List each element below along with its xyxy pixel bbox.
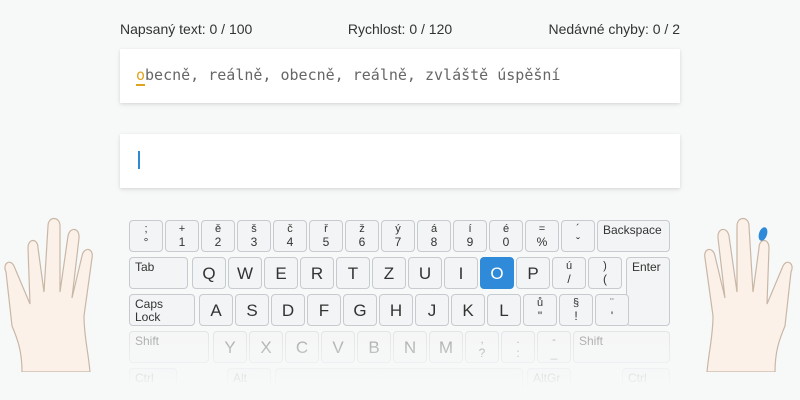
key-p[interactable]: P bbox=[516, 257, 550, 289]
space-key[interactable] bbox=[275, 368, 523, 400]
key-f[interactable]: F bbox=[307, 294, 341, 326]
stats-bar: Napsaný text: 0 / 100 Rychlost: 0 / 120 … bbox=[120, 21, 680, 39]
key-x[interactable]: X bbox=[249, 331, 283, 363]
enter-key[interactable]: Enter bbox=[626, 257, 670, 326]
key-n[interactable]: N bbox=[393, 331, 427, 363]
lesson-text-panel: obecně, reálně, obecně, reálně, zvláště … bbox=[120, 49, 680, 103]
left-hand-illustration bbox=[4, 217, 93, 372]
text-cursor bbox=[138, 151, 140, 169]
key-w[interactable]: W bbox=[228, 257, 262, 289]
key-o-highlighted[interactable]: O bbox=[480, 257, 514, 289]
key-v[interactable]: V bbox=[321, 331, 355, 363]
ctrl-left-key[interactable]: Ctrl bbox=[129, 368, 177, 400]
caps-lock-key[interactable]: Caps Lock bbox=[129, 294, 195, 326]
shift-right-key[interactable]: Shift bbox=[573, 331, 670, 363]
key-l[interactable]: L bbox=[487, 294, 521, 326]
key-0[interactable]: é0 bbox=[489, 220, 523, 252]
key-c[interactable]: C bbox=[285, 331, 319, 363]
key-d[interactable]: D bbox=[271, 294, 305, 326]
remaining-text: becně, reálně, obecně, reálně, zvláště ú… bbox=[145, 66, 561, 84]
key-k[interactable]: K bbox=[451, 294, 485, 326]
key-j[interactable]: J bbox=[415, 294, 449, 326]
key-7[interactable]: ý7 bbox=[381, 220, 415, 252]
key-9[interactable]: í9 bbox=[453, 220, 487, 252]
key-a[interactable]: A bbox=[199, 294, 233, 326]
key-parenthesis[interactable]: )( bbox=[588, 257, 622, 289]
key-u[interactable]: U bbox=[408, 257, 442, 289]
key-comma[interactable]: ,? bbox=[465, 331, 499, 363]
typing-input-panel[interactable] bbox=[120, 134, 680, 188]
key-minus[interactable]: - _ bbox=[537, 331, 571, 363]
key-g[interactable]: G bbox=[343, 294, 377, 326]
key-period[interactable]: .: bbox=[501, 331, 535, 363]
key-z[interactable]: Z bbox=[372, 257, 406, 289]
key-m[interactable]: M bbox=[429, 331, 463, 363]
key-8[interactable]: á8 bbox=[417, 220, 451, 252]
key-4[interactable]: č4 bbox=[273, 220, 307, 252]
altgr-key[interactable]: AltGr bbox=[527, 368, 571, 400]
tab-key[interactable]: Tab bbox=[129, 257, 188, 289]
key-5[interactable]: ř5 bbox=[309, 220, 343, 252]
key-y[interactable]: Y bbox=[213, 331, 247, 363]
ctrl-right-key[interactable]: Ctrl bbox=[622, 368, 670, 400]
on-screen-keyboard: ; ° +1 ě2 š3 č4 ř5 ž6 ý7 á8 í9 é0 =% ´ ˇ B… bbox=[129, 220, 670, 400]
recent-errors-stat: Nedávné chyby: 0 / 2 bbox=[548, 21, 680, 37]
shift-left-key[interactable]: Shift bbox=[129, 331, 209, 363]
key-b[interactable]: B bbox=[357, 331, 391, 363]
key-3[interactable]: š3 bbox=[237, 220, 271, 252]
finger-marker-icon bbox=[758, 227, 768, 241]
key-equals[interactable]: =% bbox=[525, 220, 559, 252]
right-hand-illustration bbox=[704, 217, 793, 372]
key-u-acute[interactable]: ú / bbox=[552, 257, 586, 289]
key-section[interactable]: §! bbox=[559, 294, 593, 326]
current-character: o bbox=[136, 66, 146, 86]
key-u-ring[interactable]: ů " bbox=[523, 294, 557, 326]
key-6[interactable]: ž6 bbox=[345, 220, 379, 252]
key-i[interactable]: I bbox=[444, 257, 478, 289]
key-semicolon[interactable]: ; ° bbox=[129, 220, 163, 252]
key-h[interactable]: H bbox=[379, 294, 413, 326]
key-diaeresis[interactable]: ¨ ' bbox=[595, 294, 629, 326]
key-s[interactable]: S bbox=[235, 294, 269, 326]
key-2[interactable]: ě2 bbox=[201, 220, 235, 252]
key-t[interactable]: T bbox=[336, 257, 370, 289]
key-1[interactable]: +1 bbox=[165, 220, 199, 252]
backspace-key[interactable]: Backspace bbox=[597, 220, 670, 252]
key-r[interactable]: R bbox=[300, 257, 334, 289]
key-q[interactable]: Q bbox=[192, 257, 226, 289]
lesson-text: obecně, reálně, obecně, reálně, zvláště … bbox=[136, 66, 561, 86]
alt-left-key[interactable]: Alt bbox=[227, 368, 271, 400]
key-acute[interactable]: ´ ˇ bbox=[561, 220, 595, 252]
key-e[interactable]: E bbox=[264, 257, 298, 289]
